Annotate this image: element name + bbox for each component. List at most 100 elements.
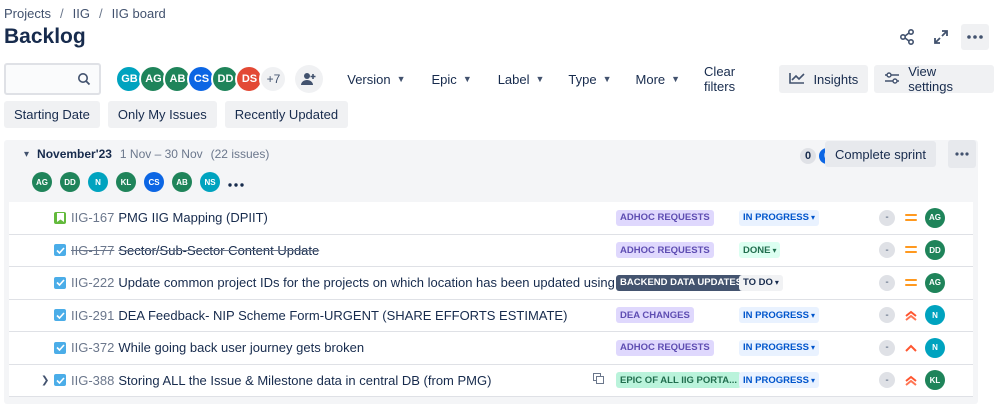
filter-label: Epic — [431, 71, 457, 87]
breadcrumb: Projects / IIG / IIG board — [4, 6, 166, 21]
priority-medium-icon — [904, 276, 918, 290]
sprint-dates: 1 Nov – 30 Nov — [119, 147, 203, 161]
search-input[interactable] — [4, 63, 102, 95]
avatar[interactable]: KL — [116, 172, 136, 192]
breadcrumb-projects[interactable]: Projects — [4, 6, 51, 21]
priority-medium-icon — [904, 243, 918, 257]
assignee-avatar[interactable]: AG — [925, 207, 945, 228]
breadcrumb-iig[interactable]: IIG — [73, 6, 90, 21]
issue-row[interactable]: IIG-177 Sector/Sub-Sector Content Update A… — [9, 235, 973, 267]
issue-key[interactable]: IIG-222 Update common project IDs for the… — [71, 275, 681, 290]
epic-badge[interactable]: BACKEND DATA UPDATES — [616, 274, 747, 291]
epic-badge[interactable]: ADHOC REQUESTS — [616, 339, 714, 356]
assignee-avatar[interactable]: DD — [925, 240, 945, 261]
insights-label: Insights — [813, 71, 859, 87]
filter-label: Label — [497, 71, 530, 87]
more-icon[interactable] — [948, 140, 976, 168]
status-dropdown[interactable]: IN PROGRESS ▾ — [739, 339, 820, 356]
assignee-avatar[interactable]: N — [925, 305, 945, 326]
story-points-badge[interactable]: - — [879, 307, 895, 324]
story-points-badge[interactable]: - — [879, 274, 895, 291]
story-points-badge[interactable]: - — [879, 339, 895, 356]
quick-filter-only-my-issues[interactable]: Only My Issues — [107, 101, 217, 128]
filter-label: Version — [347, 71, 391, 87]
issue-key[interactable]: IIG-177 Sector/Sub-Sector Content Update — [71, 243, 319, 258]
issue-summary[interactable]: Sector/Sub-Sector Content Update — [118, 243, 319, 258]
issue-row[interactable]: IIG-291 DEA Feedback- NIP Scheme Form-URG… — [9, 300, 973, 332]
chevron-down-icon: ▾ — [772, 245, 777, 255]
share-icon[interactable] — [893, 24, 921, 50]
more-icon[interactable] — [961, 24, 989, 50]
status-dropdown[interactable]: IN PROGRESS ▾ — [739, 209, 820, 226]
issue-summary[interactable]: Storing ALL the Issue & Milestone data i… — [118, 373, 491, 388]
filter-label: Type — [568, 71, 597, 87]
issue-key[interactable]: IIG-388 Storing ALL the Issue & Milestone… — [71, 373, 491, 388]
status-dropdown[interactable]: DONE ▾ — [739, 242, 781, 259]
status-label: IN PROGRESS — [743, 342, 809, 354]
more-filter[interactable]: More ▼ — [626, 63, 691, 95]
issue-row[interactable]: IIG-372 While going back user journey get… — [9, 332, 973, 365]
issue-key-text: IIG-388 — [71, 372, 115, 388]
status-dropdown[interactable]: IN PROGRESS ▾ — [739, 307, 820, 324]
view-settings-button[interactable]: View settings — [874, 64, 995, 94]
issue-summary[interactable]: PMG IIG Mapping (DPIIT) — [118, 210, 268, 225]
linked-issues-icon[interactable] — [593, 373, 604, 387]
quick-filter-starting-date[interactable]: Starting Date — [4, 101, 100, 128]
epic-badge[interactable]: DEA CHANGES — [616, 307, 694, 324]
avatar-more-count[interactable]: +7 — [259, 65, 288, 93]
type-filter[interactable]: Type ▼ — [558, 63, 621, 95]
issue-summary[interactable]: Update common project IDs for the projec… — [118, 275, 680, 290]
chevron-down-icon: ▾ — [811, 213, 816, 223]
assignee-avatar[interactable]: N — [925, 337, 945, 358]
breadcrumb-board[interactable]: IIG board — [112, 6, 166, 21]
more-icon[interactable] — [228, 174, 244, 190]
task-icon — [54, 244, 66, 257]
story-points-badge[interactable]: - — [879, 242, 895, 259]
complete-sprint-button[interactable]: Complete sprint — [824, 141, 936, 167]
issue-list: IIG-167 PMG IIG Mapping (DPIIT) ADHOC REQU… — [9, 202, 973, 397]
issue-row[interactable]: IIG-222 Update common project IDs for the… — [9, 267, 973, 300]
issue-key[interactable]: IIG-167 PMG IIG Mapping (DPIIT) — [71, 210, 268, 225]
quick-filter-recently-updated[interactable]: Recently Updated — [224, 101, 349, 128]
issue-summary[interactable]: DEA Feedback- NIP Scheme Form-URGENT (SH… — [118, 308, 567, 323]
task-icon — [54, 374, 66, 387]
chevron-down-icon[interactable]: ▾ — [24, 149, 29, 160]
avatar[interactable]: N — [88, 172, 108, 192]
avatar[interactable]: AG — [32, 172, 52, 192]
add-people-icon[interactable] — [295, 65, 324, 93]
issue-key[interactable]: IIG-372 While going back user journey get… — [71, 340, 364, 355]
breadcrumb-separator: / — [98, 6, 103, 21]
epic-badge[interactable]: ADHOC REQUESTS — [616, 242, 714, 259]
assignee-avatar[interactable]: KL — [925, 370, 945, 391]
story-points-badge[interactable]: - — [879, 209, 895, 226]
issue-row[interactable]: IIG-167 PMG IIG Mapping (DPIIT) ADHOC REQU… — [9, 202, 973, 235]
issue-key-text: IIG-222 — [71, 275, 115, 291]
avatar[interactable]: AB — [172, 172, 192, 192]
version-filter[interactable]: Version ▼ — [337, 63, 415, 95]
label-filter[interactable]: Label ▼ — [488, 63, 555, 95]
filter-toolbar: GB AG AB CS DD DS +7 Version ▼ Epic ▼ Label ▼ Typ… — [4, 62, 995, 96]
status-dropdown[interactable]: IN PROGRESS ▾ — [739, 372, 820, 389]
chevron-right-icon[interactable]: ❯ — [41, 375, 49, 386]
chevron-down-icon: ▾ — [811, 375, 816, 385]
epic-badge[interactable]: ADHOC REQUESTS — [616, 209, 714, 226]
epic-filter[interactable]: Epic ▼ — [422, 63, 482, 95]
avatar[interactable]: DD — [60, 172, 80, 192]
chevron-down-icon: ▼ — [602, 74, 612, 84]
filter-label: More — [635, 71, 666, 87]
avatar[interactable]: CS — [144, 172, 164, 192]
sprint-panel: ▾ November'23 1 Nov – 30 Nov (22 issues)… — [4, 140, 978, 404]
insights-button[interactable]: Insights — [779, 65, 869, 93]
story-points-badge[interactable]: - — [879, 372, 895, 389]
status-dropdown[interactable]: TO DO ▾ — [739, 274, 783, 291]
chevron-down-icon: ▾ — [811, 310, 816, 320]
issue-key[interactable]: IIG-291 DEA Feedback- NIP Scheme Form-URG… — [71, 308, 567, 323]
issue-summary[interactable]: While going back user journey gets broke… — [118, 340, 364, 355]
assignee-avatar[interactable]: AG — [925, 272, 945, 293]
issue-row[interactable]: ❯ IIG-388 Storing ALL the Issue & Mileston… — [9, 365, 973, 397]
clear-filters-button[interactable]: Clear filters — [694, 63, 779, 95]
fullscreen-icon[interactable] — [927, 24, 955, 50]
epic-badge[interactable]: EPIC OF ALL IIG PORTA... — [616, 372, 741, 389]
sprint-header[interactable]: ▾ November'23 1 Nov – 30 Nov (22 issues) — [24, 147, 269, 161]
avatar[interactable]: NS — [200, 172, 220, 192]
